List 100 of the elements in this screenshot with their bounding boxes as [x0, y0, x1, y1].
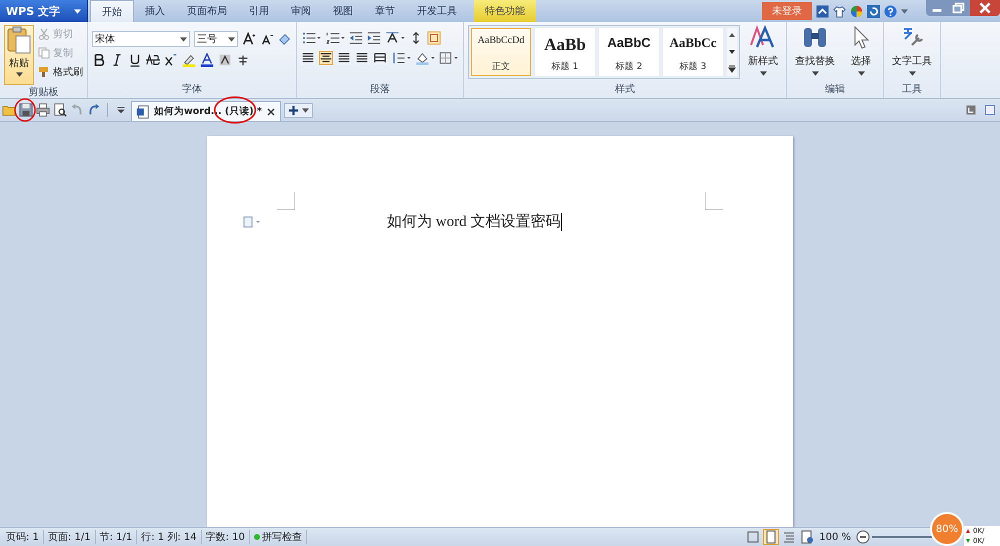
align-button[interactable] [319, 51, 333, 65]
bold-icon[interactable] [92, 53, 106, 67]
ribbon-tab[interactable]: 插入 [134, 0, 176, 22]
refresh-icon[interactable] [867, 4, 880, 18]
caret-icon[interactable] [16, 72, 22, 77]
caret-icon[interactable] [302, 108, 309, 112]
spell-check-toggle[interactable]: 拼写检查 [250, 530, 307, 544]
shading-icon[interactable] [218, 53, 232, 67]
caret-icon[interactable] [760, 71, 766, 76]
caret-icon[interactable] [74, 8, 81, 14]
font-color-icon[interactable] [200, 53, 214, 67]
close-icon[interactable] [266, 106, 276, 116]
paste-button[interactable]: 粘贴 [4, 25, 34, 85]
clipboard-item[interactable]: 格式刷 [38, 65, 83, 79]
bullet-list-icon[interactable] [301, 31, 321, 45]
document-text: 如何为 word 文档设置密码 [387, 212, 560, 231]
ribbon-tab[interactable]: 章节 [364, 0, 406, 22]
ribbon-tab[interactable]: 页面布局 [176, 0, 238, 22]
numbered-list-icon[interactable] [325, 31, 345, 45]
style-preset[interactable]: AaBbC 标题 2 [599, 28, 659, 76]
caret-icon[interactable] [228, 36, 235, 42]
folder-icon[interactable] [2, 103, 16, 117]
zoom-out-icon[interactable] [856, 530, 870, 544]
eraser-icon[interactable] [278, 32, 292, 46]
style-preview: AaBb [544, 35, 586, 55]
style-name: 标题 2 [616, 60, 642, 73]
margin-mark [705, 192, 723, 210]
align-button[interactable] [373, 51, 387, 65]
group-label: 段落 [369, 82, 391, 97]
select-button[interactable]: 选择 [843, 25, 879, 76]
status-item: 页面: 1/1 [44, 530, 96, 544]
caret-icon[interactable] [908, 71, 916, 76]
phonetic-icon[interactable] [236, 53, 250, 67]
new-tab-button[interactable] [284, 102, 313, 118]
brush-icon [38, 66, 50, 78]
shirt-icon[interactable] [833, 4, 846, 18]
options-icon[interactable] [984, 104, 996, 116]
font-size-field[interactable]: 三号 [194, 31, 238, 47]
shrink-font-icon[interactable] [260, 32, 274, 46]
font-name-field[interactable]: 宋体 [92, 31, 190, 47]
collapse-icon[interactable] [816, 4, 829, 18]
group-label: 编辑 [824, 82, 846, 97]
style-preview: AaBbCc [670, 35, 716, 51]
grow-font-icon[interactable] [242, 32, 256, 46]
text-direction-icon[interactable] [385, 31, 405, 45]
outline-view-icon[interactable] [782, 530, 796, 544]
caret-icon[interactable] [180, 36, 187, 42]
paragraph-handle-icon[interactable] [243, 216, 261, 228]
new-style-button[interactable]: 新样式 [744, 25, 782, 76]
print-preview-icon[interactable] [53, 103, 67, 117]
underline-icon[interactable] [128, 53, 142, 67]
align-button[interactable] [301, 51, 315, 65]
fill-color-icon[interactable] [415, 51, 435, 65]
group-label: 样式 [614, 82, 636, 97]
binoculars-icon [801, 25, 829, 49]
text-tools-button[interactable]: 文字工具 [888, 25, 936, 76]
strikethrough-icon[interactable] [146, 53, 160, 67]
ribbon-tab[interactable]: 引用 [238, 0, 280, 22]
align-button[interactable] [337, 51, 351, 65]
style-preview: AaBbC [607, 35, 651, 50]
ribbon-tab[interactable]: 开始 [90, 0, 134, 22]
annotation-circle [13, 96, 37, 124]
find-replace-button[interactable]: 查找替换 [791, 25, 839, 76]
margin-mark [277, 192, 295, 210]
style-preset[interactable]: AaBb 标题 1 [535, 28, 595, 76]
app-menu-button[interactable]: WPS 文字 [0, 0, 88, 22]
style-preset[interactable]: AaBbCc 标题 3 [663, 28, 723, 76]
web-view-icon[interactable] [800, 530, 814, 544]
help-icon[interactable] [884, 4, 897, 18]
color-wheel-icon[interactable] [850, 4, 863, 18]
scissors-icon [38, 28, 50, 40]
print-icon[interactable] [36, 103, 50, 117]
ribbon-tab[interactable]: 审阅 [280, 0, 322, 22]
ruler-toggle-icon[interactable] [965, 104, 977, 116]
ribbon-tab[interactable]: 开发工具 [406, 0, 468, 22]
style-preset[interactable]: AaBbCcDd 正文 [471, 28, 531, 76]
save-icon[interactable] [19, 103, 33, 117]
highlight-icon[interactable] [182, 53, 196, 67]
align-button[interactable] [355, 51, 369, 65]
caret-icon[interactable] [812, 71, 818, 76]
line-spacing-icon[interactable] [391, 51, 411, 65]
status-item: 字数: 10 [202, 530, 250, 544]
borders-icon[interactable] [439, 51, 459, 65]
full-screen-icon[interactable] [746, 530, 760, 544]
style-name: 正文 [492, 60, 510, 73]
redo-icon[interactable] [87, 103, 101, 117]
increase-indent-icon[interactable] [367, 31, 381, 45]
ribbon-tab[interactable]: 特色功能 [474, 0, 536, 22]
caret-icon[interactable] [858, 71, 864, 76]
decrease-indent-icon[interactable] [349, 31, 363, 45]
clipboard-icon [7, 26, 31, 54]
status-item: 页码: 1 [2, 530, 44, 544]
page-view-icon[interactable] [764, 530, 778, 544]
status-item: 行: 1 列: 14 [137, 530, 202, 544]
group-label: 工具 [901, 83, 923, 97]
ribbon-tab[interactable]: 视图 [322, 0, 364, 22]
letter-a-icon [749, 25, 777, 49]
caret-icon[interactable] [901, 8, 908, 14]
zoom-level: 100 % [819, 532, 851, 542]
superscript-icon[interactable] [164, 53, 178, 67]
